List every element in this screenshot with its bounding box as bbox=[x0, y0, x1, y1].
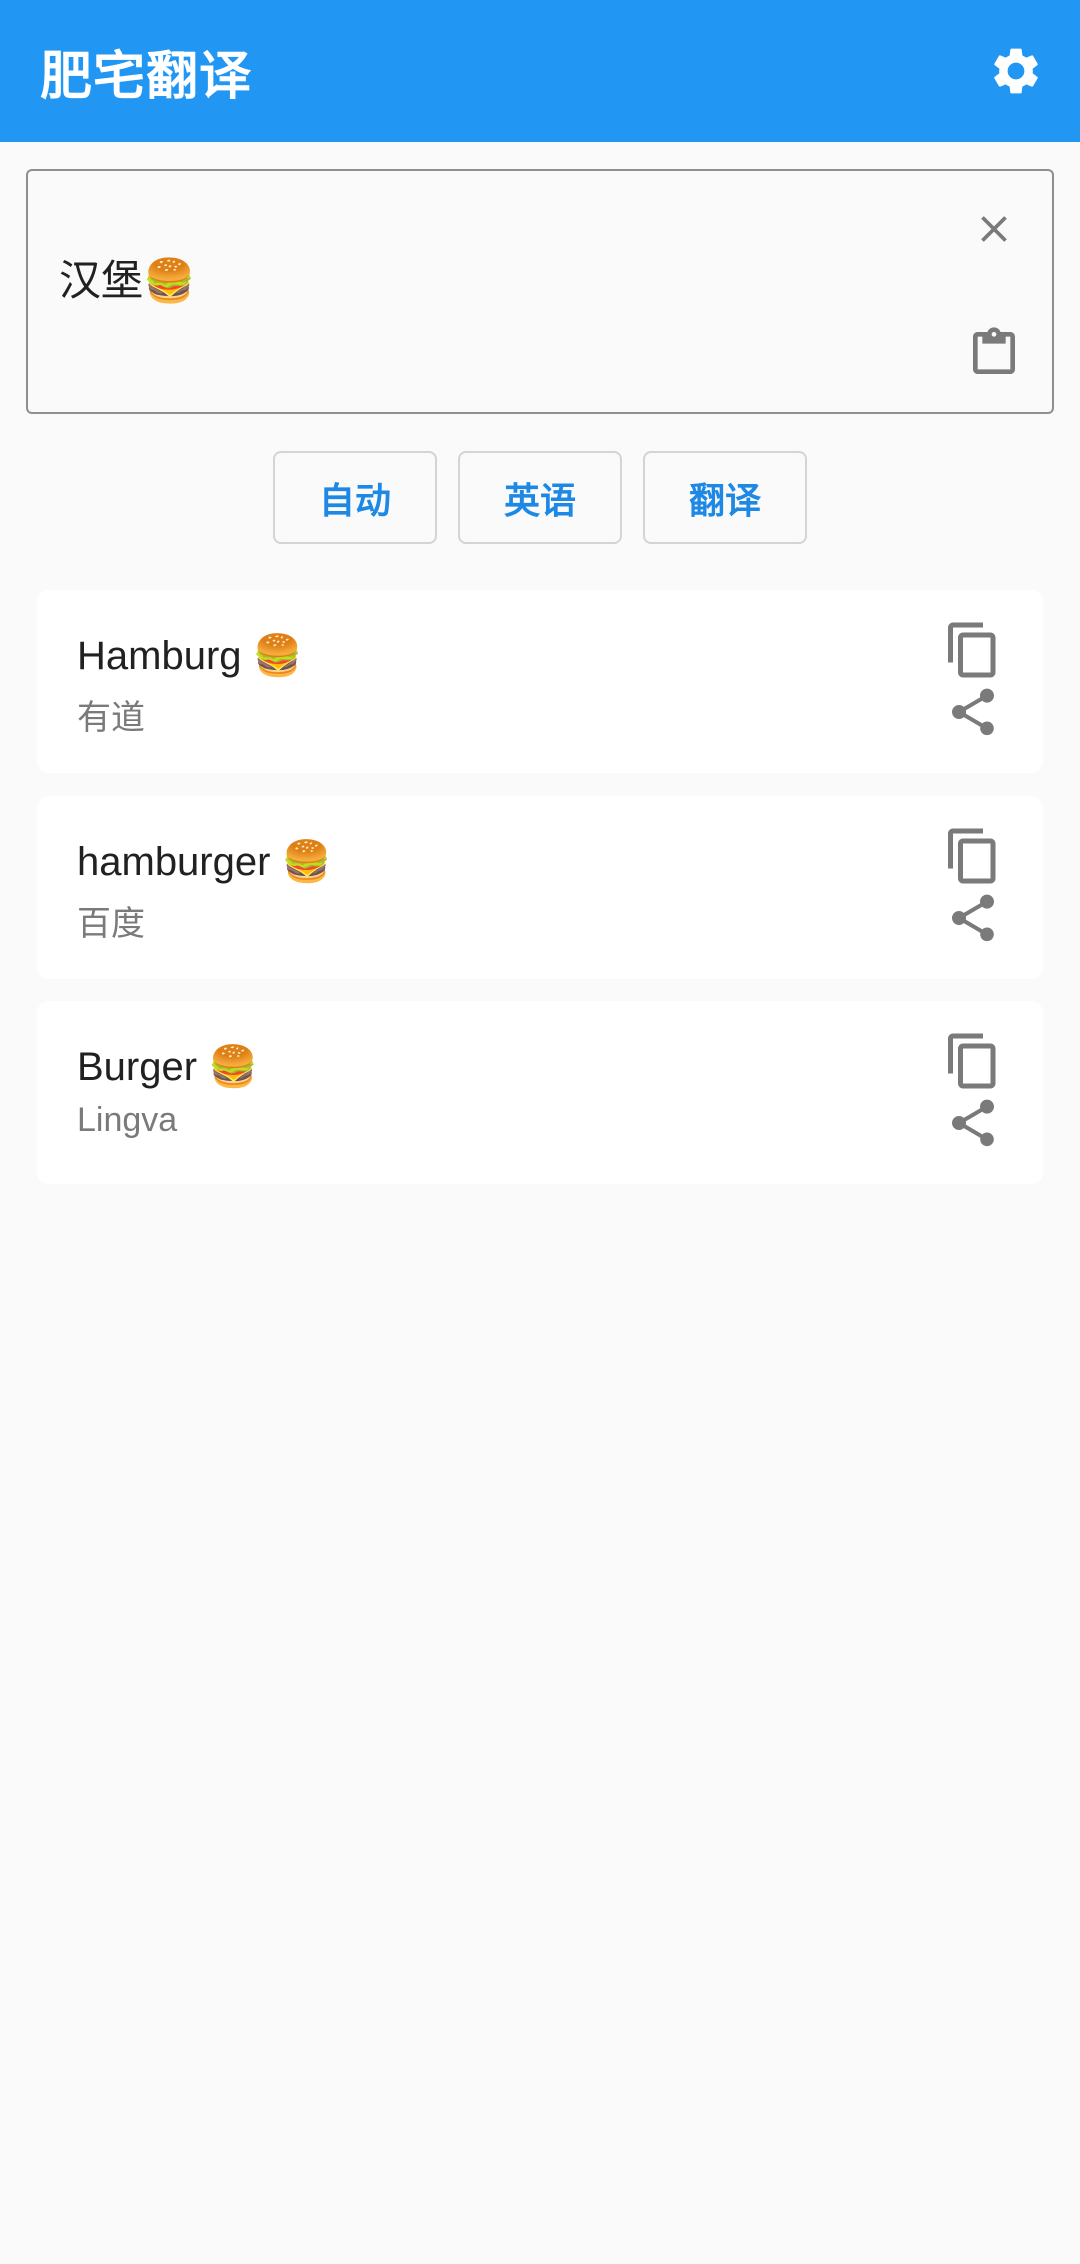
result-card-youdao: Hamburg 🍔 有道 bbox=[37, 590, 1043, 773]
source-language-button[interactable]: 自动 bbox=[273, 451, 437, 544]
share-icon bbox=[952, 894, 994, 942]
result-text: hamburger 🍔 bbox=[77, 840, 332, 884]
action-buttons: 自动 英语 翻译 bbox=[273, 451, 807, 544]
source-text-input[interactable]: 汉堡🍔 bbox=[26, 169, 1054, 414]
app-bar: 肥宅翻译 bbox=[0, 0, 1080, 142]
result-text: Burger 🍔 bbox=[77, 1045, 258, 1089]
copy-button[interactable] bbox=[943, 1031, 1003, 1091]
share-button[interactable] bbox=[943, 682, 1003, 742]
copy-icon bbox=[948, 1033, 996, 1089]
translate-button[interactable]: 翻译 bbox=[643, 451, 807, 544]
close-icon bbox=[981, 216, 1007, 242]
copy-button[interactable] bbox=[943, 826, 1003, 886]
share-button[interactable] bbox=[943, 1093, 1003, 1153]
copy-icon bbox=[948, 622, 996, 678]
target-language-button[interactable]: 英语 bbox=[458, 451, 622, 544]
result-text: Hamburg 🍔 bbox=[77, 634, 303, 678]
result-source: 有道 bbox=[77, 699, 145, 737]
result-source: Lingva bbox=[77, 1101, 178, 1139]
paste-button[interactable] bbox=[966, 321, 1022, 385]
settings-button[interactable] bbox=[988, 43, 1044, 99]
app-title: 肥宅翻译 bbox=[40, 46, 253, 107]
result-card-lingva: Burger 🍔 Lingva bbox=[37, 1001, 1043, 1184]
gear-icon bbox=[994, 48, 1038, 94]
clipboard-icon bbox=[973, 327, 1015, 374]
result-card-baidu: hamburger 🍔 百度 bbox=[37, 796, 1043, 979]
share-icon bbox=[952, 1099, 994, 1147]
share-button[interactable] bbox=[943, 888, 1003, 948]
copy-button[interactable] bbox=[943, 620, 1003, 680]
clear-button[interactable] bbox=[966, 201, 1022, 257]
result-source: 百度 bbox=[77, 905, 145, 943]
source-text-value[interactable]: 汉堡🍔 bbox=[59, 247, 195, 308]
copy-icon bbox=[948, 828, 996, 884]
share-icon bbox=[952, 688, 994, 736]
